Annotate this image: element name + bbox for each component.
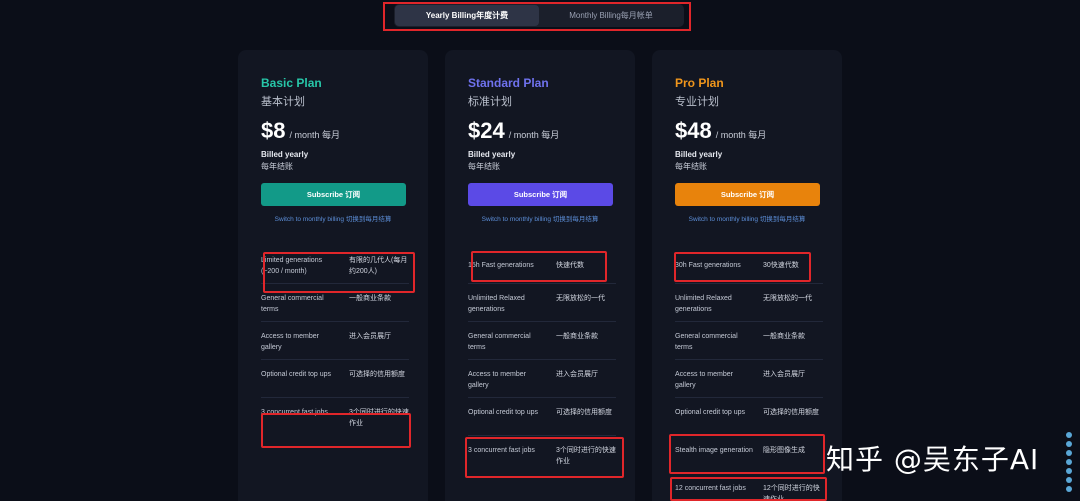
billing-note-cn: 每年结账 <box>675 162 707 171</box>
feature-en: Optional credit top ups <box>675 409 746 416</box>
billing-note: Billed yearly <box>675 150 723 159</box>
feature-en: Unlimited Relaxed generations <box>468 295 525 313</box>
feature-cn: 一般商业条款 <box>349 295 391 302</box>
plan-name-cn: 基本计划 <box>261 96 305 108</box>
feature-cn: 无限放松的一代 <box>556 295 605 302</box>
billing-note: Billed yearly <box>468 150 516 159</box>
plan-name-cn: 标准计划 <box>468 96 512 108</box>
billing-toggle[interactable]: Yearly Billing年度计费 Monthly Billing每月帐单 <box>394 4 684 27</box>
scroll-dot[interactable] <box>1066 459 1072 465</box>
feature-en: General commercial terms <box>675 333 738 351</box>
feature-cn: 进入会员展厅 <box>556 371 598 378</box>
scroll-dot[interactable] <box>1066 486 1072 492</box>
plan-price: $48 <box>675 118 712 143</box>
price-period: / month 每月 <box>715 130 767 140</box>
monthly-billing-tab[interactable]: Monthly Billing每月帐单 <box>539 5 683 26</box>
feature-row: Access to member gallery 进入会员展厅 <box>675 360 823 398</box>
feature-row: Access to member gallery 进入会员展厅 <box>261 322 409 360</box>
billing-note: Billed yearly <box>261 150 309 159</box>
highlight-pro-jobs <box>670 477 827 501</box>
feature-en: Optional credit top ups <box>468 409 539 416</box>
plan-name-cn: 专业计划 <box>675 96 719 108</box>
billing-note-cn: 每年结账 <box>468 162 500 171</box>
price-period: / month 每月 <box>289 130 340 140</box>
price-period: / month 每月 <box>508 130 560 140</box>
switch-monthly-link[interactable]: Switch to monthly billing 切换到每月结算 <box>445 213 635 223</box>
plan-price: $24 <box>468 118 505 143</box>
feature-row: General commercial terms 一般商业条款 <box>675 322 823 360</box>
feature-en: General commercial terms <box>468 333 531 351</box>
billing-note-cn: 每年结账 <box>261 162 293 171</box>
yearly-billing-tab[interactable]: Yearly Billing年度计费 <box>395 5 539 26</box>
feature-cn: 进入会员展厅 <box>763 371 805 378</box>
highlight-standard-fast <box>471 251 607 282</box>
feature-cn: 一般商业条款 <box>763 333 805 340</box>
feature-en: General commercial terms <box>261 295 324 313</box>
subscribe-button[interactable]: Subscribe 订阅 <box>675 183 820 206</box>
feature-cn: 可选择的信用额度 <box>349 371 405 378</box>
feature-row: Optional credit top ups 可选择的信用额度 <box>675 398 823 436</box>
plan-price: $8 <box>261 118 286 143</box>
scroll-dot[interactable] <box>1066 468 1072 474</box>
switch-monthly-link[interactable]: Switch to monthly billing 切换到每月结算 <box>652 213 842 223</box>
feature-row: Optional credit top ups 可选择的信用额度 <box>261 360 409 398</box>
feature-cn: 一般商业条款 <box>556 333 598 340</box>
plan-name: Pro Plan <box>675 76 724 90</box>
feature-row: Unlimited Relaxed generations 无限放松的一代 <box>468 284 616 322</box>
feature-row: Access to member gallery 进入会员展厅 <box>468 360 616 398</box>
scroll-dot[interactable] <box>1066 477 1072 483</box>
watermark: 知乎 @吴东子AI <box>826 443 1040 476</box>
feature-en: Access to member gallery <box>675 371 733 389</box>
feature-row: Optional credit top ups 可选择的信用额度 <box>468 398 616 436</box>
scroll-dot[interactable] <box>1066 441 1072 447</box>
highlight-pro-stealth <box>669 434 825 474</box>
scroll-indicator[interactable] <box>1066 432 1074 492</box>
plan-name: Standard Plan <box>468 76 549 90</box>
subscribe-button[interactable]: Subscribe 订阅 <box>261 183 406 206</box>
feature-row: General commercial terms 一般商业条款 <box>468 322 616 360</box>
subscribe-button[interactable]: Subscribe 订阅 <box>468 183 613 206</box>
scroll-dot[interactable] <box>1066 450 1072 456</box>
scroll-dot[interactable] <box>1066 432 1072 438</box>
feature-cn: 无限放松的一代 <box>763 295 812 302</box>
highlight-standard-jobs <box>465 437 624 478</box>
plan-name: Basic Plan <box>261 76 322 90</box>
feature-en: Access to member gallery <box>468 371 526 389</box>
feature-row: Unlimited Relaxed generations 无限放松的一代 <box>675 284 823 322</box>
feature-cn: 可选择的信用额度 <box>556 409 612 416</box>
highlight-basic-generations <box>263 252 415 293</box>
feature-cn: 可选择的信用额度 <box>763 409 819 416</box>
feature-en: Access to member gallery <box>261 333 319 351</box>
highlight-basic-jobs <box>261 413 411 448</box>
highlight-pro-fast <box>674 252 811 282</box>
feature-cn: 进入会员展厅 <box>349 333 391 340</box>
switch-monthly-link[interactable]: Switch to monthly billing 切换到每月结算 <box>238 213 428 223</box>
feature-en: Unlimited Relaxed generations <box>675 295 732 313</box>
feature-en: Optional credit top ups <box>261 371 332 378</box>
pricing-page: Yearly Billing年度计费 Monthly Billing每月帐单 B… <box>0 0 1080 501</box>
